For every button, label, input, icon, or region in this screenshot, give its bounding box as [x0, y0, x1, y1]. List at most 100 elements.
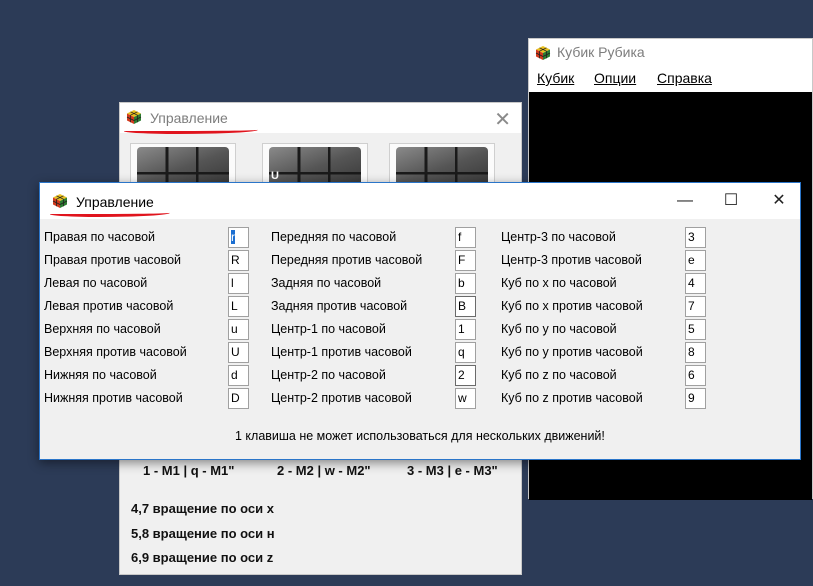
hint-m3: 3 - M3 | e - M3" [407, 463, 498, 478]
key-value: l [231, 276, 234, 290]
red-underline-annotation [124, 127, 258, 134]
action-label: Нижняя против часовой [44, 391, 183, 405]
key-value: U [231, 345, 240, 359]
controls-settings-window: Управление — ☐ ✕ Правая по часовой r Права… [39, 182, 801, 460]
key-input-field[interactable]: 2 [455, 365, 476, 386]
key-input-field[interactable]: l [228, 273, 249, 294]
cube-move-image [269, 147, 361, 184]
cube-move-image [137, 147, 229, 184]
action-label: Передняя по часовой [271, 230, 397, 244]
action-label: Левая по часовой [44, 276, 148, 290]
window-title: Управление [76, 194, 154, 210]
key-value: R [231, 253, 240, 267]
menu-bar: Кубик Опции Справка [529, 67, 812, 89]
action-label: Верхняя против часовой [44, 345, 187, 359]
key-value: F [458, 253, 466, 267]
action-label: Центр-2 против часовой [271, 391, 412, 405]
action-label: Куб по z по часовой [501, 368, 617, 382]
action-label: Правая по часовой [44, 230, 156, 244]
key-input-field[interactable]: q [455, 342, 476, 363]
menu-help[interactable]: Справка [657, 70, 712, 86]
key-value: 2 [458, 368, 465, 382]
key-input-field[interactable]: f [455, 227, 476, 248]
minimize-icon[interactable]: — [662, 183, 708, 219]
key-value: 6 [688, 368, 695, 382]
rubiks-cube-icon [126, 110, 142, 124]
key-input-field[interactable]: 9 [685, 388, 706, 409]
rubiks-cube-icon [52, 194, 68, 208]
key-input-field[interactable]: 4 [685, 273, 706, 294]
action-label: Верхняя по часовой [44, 322, 161, 336]
action-label: Куб по x по часовой [501, 276, 617, 290]
action-label: Куб по z против часовой [501, 391, 643, 405]
red-underline-annotation [50, 210, 170, 217]
close-icon[interactable]: ✕ [756, 183, 802, 219]
action-label: Правая против часовой [44, 253, 182, 267]
key-value: f [458, 230, 462, 244]
key-input-field[interactable]: 5 [685, 319, 706, 340]
move-preview-button-3[interactable] [389, 143, 495, 185]
action-label: Задняя по часовой [271, 276, 382, 290]
menu-cube[interactable]: Кубик [537, 70, 574, 86]
title-bar: Управление — ☐ ✕ [40, 183, 800, 219]
window-title: Кубик Рубика [557, 44, 645, 60]
warning-note: 1 клавиша не может использоваться для не… [235, 429, 605, 443]
action-label: Куб по y против часовой [501, 345, 643, 359]
action-label: Куб по y по часовой [501, 322, 617, 336]
maximize-icon[interactable]: ☐ [708, 183, 754, 219]
menu-options[interactable]: Опции [594, 70, 636, 86]
key-input-field[interactable]: e [685, 250, 706, 271]
key-input-field[interactable]: u [228, 319, 249, 340]
key-value: 4 [688, 276, 695, 290]
key-value: e [688, 253, 695, 267]
action-label: Задняя против часовой [271, 299, 408, 313]
key-value: 7 [688, 299, 695, 313]
axis-hint-x: 4,7 вращение по оси x [131, 501, 274, 516]
move-preview-button-2[interactable]: U [262, 143, 368, 185]
cube-move-image [396, 147, 488, 184]
key-input-field[interactable]: R [228, 250, 249, 271]
key-value: r [231, 230, 235, 244]
key-input-field[interactable]: b [455, 273, 476, 294]
key-value: 5 [688, 322, 695, 336]
key-value: 1 [458, 322, 465, 336]
key-input-field[interactable]: 6 [685, 365, 706, 386]
key-input-field[interactable]: w [455, 388, 476, 409]
action-label: Центр-1 против часовой [271, 345, 412, 359]
action-label: Центр-2 по часовой [271, 368, 386, 382]
key-value: b [458, 276, 465, 290]
key-value: d [231, 368, 238, 382]
key-value: D [231, 391, 240, 405]
move-letter: U [271, 170, 279, 182]
key-input-field[interactable]: 3 [685, 227, 706, 248]
key-input-field[interactable]: 7 [685, 296, 706, 317]
key-value: B [458, 299, 467, 313]
action-label: Центр-3 против часовой [501, 253, 642, 267]
close-icon[interactable]: ✕ [494, 107, 511, 132]
key-input-field[interactable]: U [228, 342, 249, 363]
axis-hint-z: 6,9 вращение по оси z [131, 550, 274, 565]
key-input-field[interactable]: 8 [685, 342, 706, 363]
hint-m1: 1 - M1 | q - M1" [143, 463, 235, 478]
key-value: w [458, 391, 467, 405]
action-label: Левая против часовой [44, 299, 174, 313]
action-label: Нижняя по часовой [44, 368, 157, 382]
key-input-field[interactable]: B [455, 296, 476, 317]
key-input-field[interactable]: F [455, 250, 476, 271]
key-input-field[interactable]: r [228, 227, 249, 248]
key-value: u [231, 322, 238, 336]
move-preview-button-1[interactable] [130, 143, 236, 185]
key-input-field[interactable]: 1 [455, 319, 476, 340]
key-value: q [458, 345, 465, 359]
rubiks-cube-icon [535, 46, 551, 60]
key-input-field[interactable]: d [228, 365, 249, 386]
key-input-field[interactable]: D [228, 388, 249, 409]
action-label: Центр-1 по часовой [271, 322, 386, 336]
action-label: Куб по x против часовой [501, 299, 643, 313]
key-value: 9 [688, 391, 695, 405]
hint-m2: 2 - M2 | w - M2" [277, 463, 371, 478]
action-label: Центр-3 по часовой [501, 230, 616, 244]
key-value: 8 [688, 345, 695, 359]
key-input-field[interactable]: L [228, 296, 249, 317]
axis-hint-y: 5,8 вращение по оси н [131, 526, 275, 541]
